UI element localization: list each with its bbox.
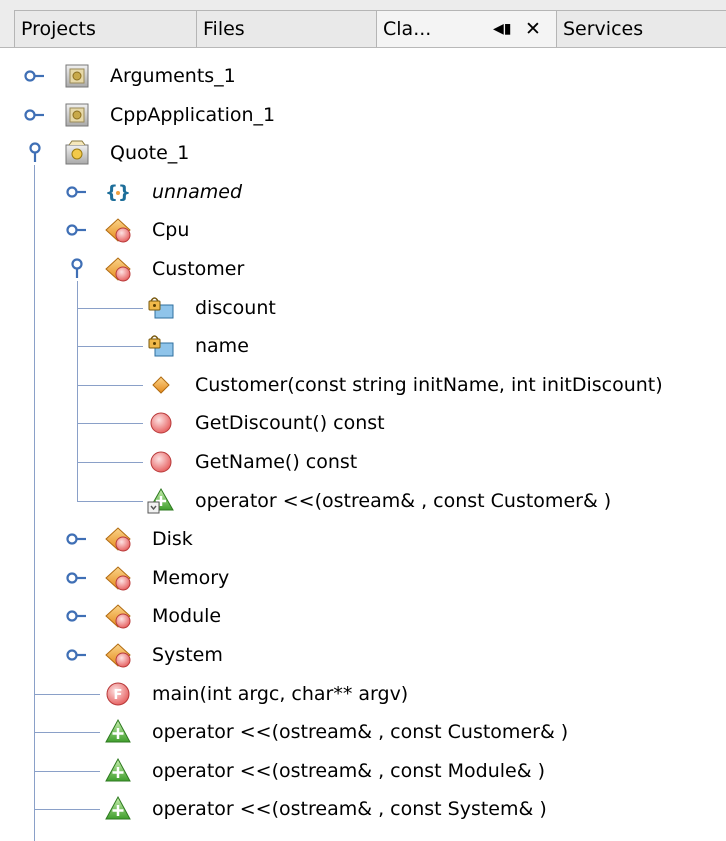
project-icon (63, 101, 91, 129)
tree-item-system[interactable]: System (0, 636, 726, 674)
tree-item-label: discount (195, 296, 276, 319)
tree-connector-line (34, 770, 100, 772)
friend-operator-icon (147, 487, 175, 515)
function-icon: F (104, 680, 132, 708)
tree-connector-line (77, 346, 143, 348)
class-icon (104, 641, 132, 669)
expand-handle-expanded-icon[interactable] (24, 142, 46, 164)
tab-bar: Projects Files Cla... ◀▮ ✕ Services (0, 0, 726, 48)
method-icon (147, 409, 175, 437)
close-icon[interactable]: ✕ (525, 11, 541, 47)
expand-handle-collapsed-icon[interactable] (66, 528, 88, 550)
expand-handle-expanded-icon[interactable] (66, 258, 88, 280)
tab-projects[interactable]: Projects (14, 10, 196, 47)
private-field-icon (147, 332, 175, 360)
project-open-icon (63, 139, 91, 167)
tree-connector-line (77, 384, 143, 386)
tree-item-module[interactable]: Module (0, 597, 726, 635)
expand-handle-collapsed-icon[interactable] (66, 644, 88, 666)
tree-item-label: main(int argc, char** argv) (152, 682, 409, 705)
operator-icon (104, 718, 132, 746)
tree-item-label: Disk (152, 528, 193, 551)
tree-item-customer[interactable]: Customer (0, 250, 726, 288)
tree-item-discount[interactable]: discount (0, 289, 726, 327)
tab-label: Projects (21, 18, 96, 40)
tree-item-operator-customer[interactable]: operator <<(ostream& , const Customer& ) (0, 713, 726, 751)
tab-classes[interactable]: Cla... ◀▮ ✕ (376, 10, 556, 47)
tree-item-label: GetDiscount() const (195, 412, 385, 435)
tree-connector-line (77, 423, 143, 425)
tree-connector-line (77, 307, 143, 309)
tree-item-operator-module[interactable]: operator <<(ostream& , const Module& ) (0, 752, 726, 790)
expand-handle-collapsed-icon[interactable] (24, 104, 46, 126)
tree-item-customer-constructor[interactable]: Customer(const string initName, int init… (0, 366, 726, 404)
expand-handle-collapsed-icon[interactable] (66, 181, 88, 203)
operator-icon (104, 795, 132, 823)
expand-handle-collapsed-icon[interactable] (66, 605, 88, 627)
tree-connector-line (34, 732, 100, 734)
tree-item-label: unnamed (152, 180, 243, 203)
project-icon (63, 62, 91, 90)
tree-item-unnamed[interactable]: {} unnamed (0, 173, 726, 211)
tree-item-cpu[interactable]: Cpu (0, 211, 726, 249)
class-tree[interactable]: Arguments_1 CppApplication_1 Quote_1 {} unna… (0, 48, 726, 841)
tab-label: Cla... (383, 18, 432, 40)
tree-item-cppapplication-1[interactable]: CppApplication_1 (0, 96, 726, 134)
class-icon (104, 525, 132, 553)
tree-item-label: GetName() const (195, 451, 358, 473)
tree-connector-line (34, 809, 100, 811)
tree-item-quote-1[interactable]: Quote_1 (0, 134, 726, 172)
tree-item-label: Cpu (152, 219, 190, 242)
operator-icon (104, 757, 132, 785)
tree-item-label: operator <<(ostream& , const Customer& ) (195, 489, 612, 512)
tree-item-arguments-1[interactable]: Arguments_1 (0, 57, 726, 95)
tree-item-getname[interactable]: GetName() const (0, 443, 726, 481)
tab-label: Services (563, 18, 644, 40)
tree-item-label: operator <<(ostream& , const Customer& ) (152, 721, 569, 744)
tree-item-memory[interactable]: Memory (0, 559, 726, 597)
tab-label: Files (203, 18, 245, 40)
tree-connector-line (77, 462, 143, 463)
svg-text:F: F (114, 688, 123, 703)
tree-item-label: Module (152, 605, 222, 628)
expand-handle-collapsed-icon[interactable] (24, 65, 46, 87)
tree-item-disk[interactable]: Disk (0, 520, 726, 558)
constructor-icon (147, 371, 175, 399)
class-icon (104, 255, 132, 283)
tree-item-label: Quote_1 (110, 142, 190, 165)
tree-item-name[interactable]: name (0, 327, 726, 365)
tree-item-label: Customer(const string initName, int init… (195, 373, 663, 396)
method-icon (147, 448, 175, 476)
tree-item-label: Customer (152, 258, 245, 280)
tree-item-label: Memory (152, 566, 230, 589)
namespace-icon: {} (104, 178, 132, 206)
tree-item-label: operator <<(ostream& , const Module& ) (152, 759, 546, 782)
tree-item-customer-friend-operator[interactable]: operator <<(ostream& , const Customer& ) (0, 482, 726, 520)
tree-item-label: CppApplication_1 (110, 103, 276, 126)
tree-item-label: name (195, 335, 249, 358)
tree-connector-line (77, 500, 143, 502)
tree-item-main[interactable]: Fmain(int argc, char** argv) (0, 675, 726, 713)
tree-item-getdiscount[interactable]: GetDiscount() const (0, 404, 726, 442)
class-icon (104, 602, 132, 630)
minimize-icon[interactable]: ◀▮ (493, 11, 511, 47)
class-icon (104, 564, 132, 592)
expand-handle-collapsed-icon[interactable] (66, 219, 88, 241)
tab-files[interactable]: Files (196, 10, 376, 47)
class-icon (104, 216, 132, 244)
tree-connector-line (34, 693, 100, 695)
private-field-icon (147, 294, 175, 322)
tab-services[interactable]: Services (556, 10, 726, 47)
expand-handle-collapsed-icon[interactable] (66, 567, 88, 589)
tree-item-label: System (152, 644, 223, 666)
tree-item-label: Arguments_1 (110, 65, 236, 87)
